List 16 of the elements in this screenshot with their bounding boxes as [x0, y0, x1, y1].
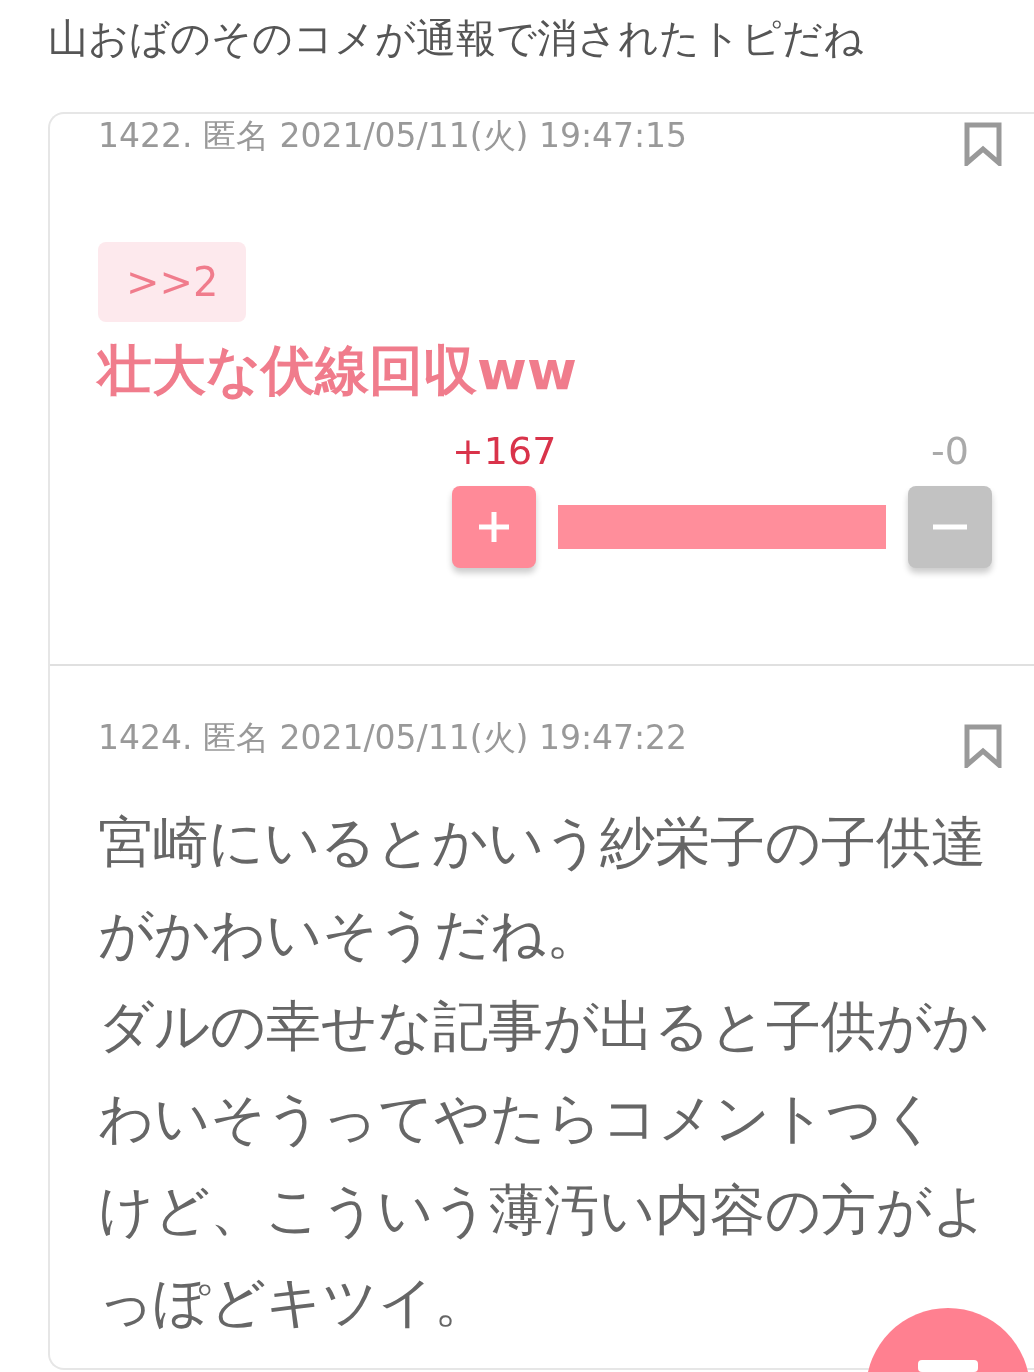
minus-icon — [933, 524, 967, 530]
minus-button[interactable] — [908, 486, 992, 568]
reply-anchor-link[interactable]: >>2 — [98, 242, 247, 322]
bookmark-icon[interactable] — [964, 724, 1002, 768]
bookmark-icon[interactable] — [964, 122, 1002, 166]
compose-icon — [918, 1360, 978, 1372]
plus-count: +167 — [452, 428, 557, 475]
comment-meta: 1422. 匿名 2021/05/11(火) 19:47:15 — [98, 115, 688, 157]
plus-button[interactable] — [452, 486, 536, 568]
comment-text: 壮大な伏線回収ww — [98, 338, 577, 404]
minus-count: -0 — [931, 428, 969, 475]
page-title: 山おばのそのコメが通報で消されたトピだね — [48, 14, 865, 63]
plus-icon — [477, 510, 511, 544]
comment-meta: 1424. 匿名 2021/05/11(火) 19:47:22 — [98, 717, 688, 759]
comment-paragraph: ダルの幸せな記事が出ると子供がかわいそうってやたらコメントつくけど、こういう薄汚い内容の方がよっぽどキツイ。 — [98, 993, 989, 1336]
comment-paragraph: 宮崎にいるとかいう紗栄子の子供達がかわいそうだね。 — [98, 809, 987, 968]
